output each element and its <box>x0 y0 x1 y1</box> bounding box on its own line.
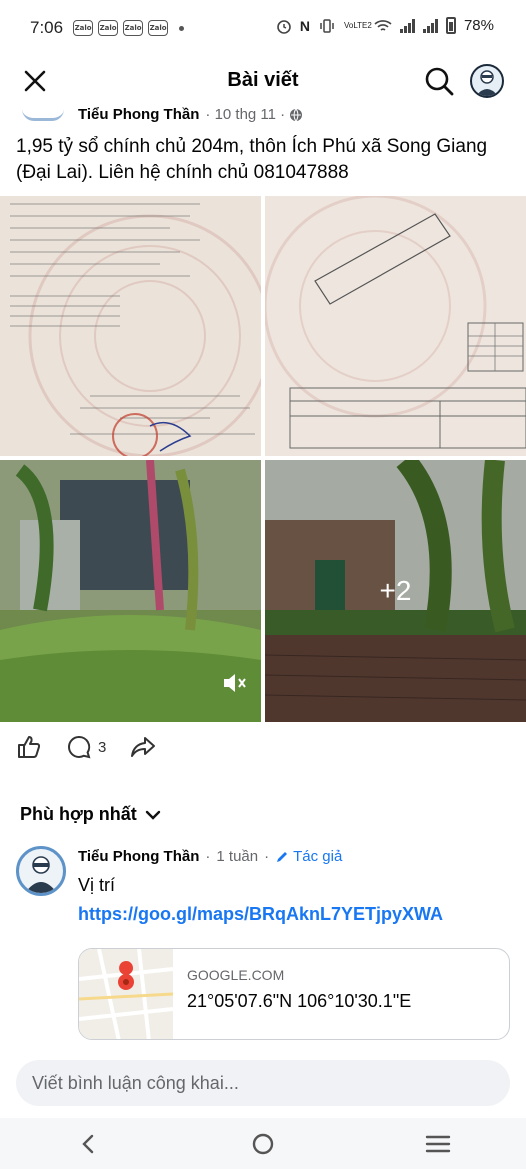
more-photos-count: +2 <box>379 575 412 606</box>
zalo-badge: Zalo <box>98 20 119 36</box>
network-label: VoLTE2 <box>343 20 372 30</box>
status-bar: 7:06 Zalo Zalo Zalo Zalo N VoLTE2 78% <box>0 0 526 56</box>
back-icon <box>81 1134 93 1153</box>
photo-land-1[interactable] <box>0 460 261 722</box>
comment-input[interactable]: Viết bình luận công khai... <box>16 1060 510 1106</box>
commenter-avatar[interactable] <box>16 846 66 896</box>
post-author[interactable]: Tiểu Phong Thần <box>78 106 199 123</box>
close-icon[interactable] <box>20 66 50 96</box>
status-icons: N VoLTE2 78% <box>276 17 494 34</box>
post-actions: 3 <box>16 734 156 760</box>
like-icon <box>18 736 41 758</box>
mute-icon[interactable] <box>221 670 247 696</box>
alarm-icon <box>277 19 291 34</box>
signal-icon <box>422 18 438 33</box>
author-badge: Tác giả <box>275 848 342 865</box>
home-icon <box>252 1133 274 1154</box>
page-title: Bài viết <box>227 68 299 91</box>
comment-text: Vị trí <box>78 875 116 895</box>
preview-title: 21°05'07.6"N 106°10'30.1"E <box>187 991 412 1011</box>
like-button[interactable] <box>16 734 42 760</box>
photo-document-1[interactable] <box>0 196 261 456</box>
nfc-icon: N <box>299 17 310 34</box>
map-thumbnail <box>79 949 174 1039</box>
chevron-down-icon <box>145 810 160 820</box>
post-text: 1,95 tỷ sổ chính chủ 204m, thôn Ích Phú … <box>16 136 488 183</box>
app-header: Bài viết <box>0 56 526 104</box>
link-preview-text: GOOGLE.COM 21°05'07.6"N 106°10'30.1"E <box>173 949 411 1039</box>
share-icon <box>131 737 156 757</box>
wifi-icon <box>374 19 392 31</box>
menu-icon <box>426 1135 451 1152</box>
system-nav-bar <box>0 1118 526 1169</box>
zalo-badge: Zalo <box>148 20 169 36</box>
comment-button[interactable]: 3 <box>66 734 106 760</box>
battery-level: 78% <box>463 17 494 34</box>
status-time: 7:06 <box>30 18 64 37</box>
battery-icon <box>445 17 456 34</box>
vibrate-icon <box>320 18 334 33</box>
home-button[interactable] <box>243 1124 283 1164</box>
sort-label: Phù hợp nhất <box>20 804 137 824</box>
post-author-line: Tiểu Phong Thần · 10 thg 11 · <box>22 106 303 123</box>
recents-button[interactable] <box>418 1124 458 1164</box>
post-date: 10 thg 11 <box>214 106 277 123</box>
comment-link[interactable]: https://goo.gl/maps/BRqAknL7YETjpyXWA <box>78 904 516 925</box>
notification-dot <box>179 25 185 31</box>
author-badge-label: Tác giả <box>293 848 343 865</box>
comment-input-placeholder: Viết bình luận công khai... <box>32 1072 239 1093</box>
comment-time: 1 tuần <box>216 848 259 865</box>
back-button[interactable] <box>68 1124 108 1164</box>
author-avatar[interactable] <box>22 109 64 121</box>
pencil-icon <box>277 851 288 862</box>
more-photos-overlay[interactable]: +2 <box>265 460 526 722</box>
comment-icon <box>68 735 91 759</box>
globe-icon <box>290 108 303 121</box>
signal-icon <box>399 18 415 33</box>
share-button[interactable] <box>130 734 156 760</box>
preview-domain: GOOGLE.COM <box>187 967 285 983</box>
zalo-badge: Zalo <box>73 20 94 36</box>
profile-avatar[interactable] <box>470 64 504 98</box>
comment-body: Tiểu Phong Thần · 1 tuần · Tác giả Vị tr… <box>78 848 516 925</box>
comment-header: Tiểu Phong Thần · 1 tuần · Tác giả <box>78 848 343 865</box>
link-preview-card[interactable]: GOOGLE.COM 21°05'07.6"N 106°10'30.1"E <box>78 948 510 1040</box>
photo-land-2[interactable]: +2 <box>265 460 526 722</box>
comment-sort-dropdown[interactable]: Phù hợp nhất <box>20 804 161 825</box>
photo-grid: +2 <box>0 196 526 722</box>
commenter-name[interactable]: Tiểu Phong Thần <box>78 848 199 865</box>
zalo-badge: Zalo <box>123 20 144 36</box>
comment-count: 3 <box>98 738 107 756</box>
search-icon[interactable] <box>422 64 456 98</box>
photo-document-2[interactable] <box>265 196 526 456</box>
